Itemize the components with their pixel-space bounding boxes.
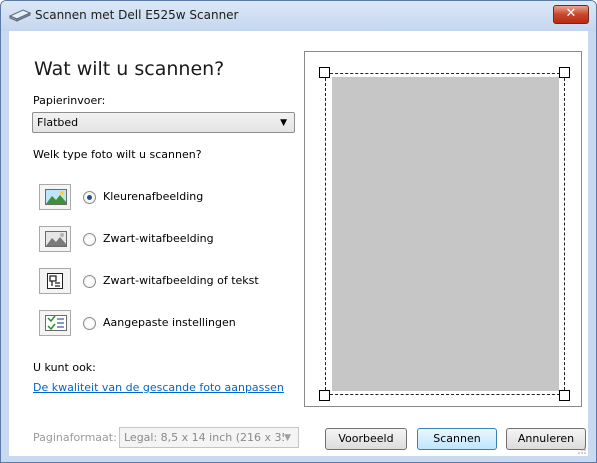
option-label: Kleurenafbeelding	[103, 190, 204, 203]
window-title: Scannen met Dell E525w Scanner	[35, 8, 239, 22]
paper-source-select[interactable]: Flatbed ▼	[32, 112, 295, 133]
resize-grip-icon[interactable]	[578, 446, 586, 454]
option-custom-settings[interactable]: Aangepaste instellingen	[33, 310, 303, 336]
scan-dialog-window: Scannen met Dell E525w Scanner ✕ Wat wil…	[0, 0, 597, 463]
page-size-select[interactable]: Legal: 8,5 x 14 inch (216 x 35 ▼	[119, 427, 299, 448]
resize-handle-top-left[interactable]	[319, 67, 330, 78]
preview-button[interactable]: Voorbeeld	[325, 428, 407, 450]
option-bw-text[interactable]: Zwart-witafbeelding of tekst	[33, 268, 303, 294]
option-color-picture[interactable]: Kleurenafbeelding	[33, 184, 303, 210]
scanner-icon	[9, 9, 31, 22]
preview-page	[332, 77, 559, 391]
dialog-body: Wat wilt u scannen? Papierinvoer: Flatbe…	[9, 31, 588, 456]
title-bar[interactable]: Scannen met Dell E525w Scanner ✕	[1, 1, 596, 31]
page-size-value: Legal: 8,5 x 14 inch (216 x 35	[124, 431, 284, 444]
resize-handle-bottom-right[interactable]	[559, 390, 570, 401]
option-label: Zwart-witafbeelding	[103, 232, 214, 245]
scan-preview-panel	[304, 51, 582, 407]
page-size-label: Paginaformaat:	[33, 431, 117, 444]
paper-source-label: Papierinvoer:	[33, 94, 106, 107]
resize-handle-top-right[interactable]	[559, 67, 570, 78]
grayscale-picture-icon[interactable]	[39, 226, 71, 252]
page-title: Wat wilt u scannen?	[34, 58, 225, 80]
chevron-down-icon: ▼	[284, 433, 291, 443]
chevron-down-icon: ▼	[280, 118, 287, 128]
option-label: Zwart-witafbeelding of tekst	[103, 274, 259, 287]
custom-settings-radio[interactable]	[83, 317, 96, 330]
bw-text-icon[interactable]	[39, 268, 71, 294]
scan-selection-area[interactable]	[325, 73, 565, 395]
option-grayscale-picture[interactable]: Zwart-witafbeelding	[33, 226, 303, 252]
cancel-button[interactable]: Annuleren	[506, 428, 586, 450]
grayscale-picture-radio[interactable]	[83, 233, 96, 246]
close-button[interactable]: ✕	[553, 5, 589, 24]
bw-text-radio[interactable]	[83, 275, 96, 288]
also-label: U kunt ook:	[33, 361, 96, 374]
paper-source-value: Flatbed	[37, 116, 79, 129]
resize-handle-bottom-left[interactable]	[319, 390, 330, 401]
color-picture-radio[interactable]	[83, 191, 96, 204]
option-label: Aangepaste instellingen	[103, 316, 236, 329]
adjust-quality-link[interactable]: De kwaliteit van de gescande foto aanpas…	[33, 381, 284, 394]
scan-button[interactable]: Scannen	[417, 428, 497, 450]
photo-type-label: Welk type foto wilt u scannen?	[33, 148, 202, 161]
custom-settings-icon[interactable]	[39, 310, 71, 336]
color-picture-icon[interactable]	[39, 184, 71, 210]
